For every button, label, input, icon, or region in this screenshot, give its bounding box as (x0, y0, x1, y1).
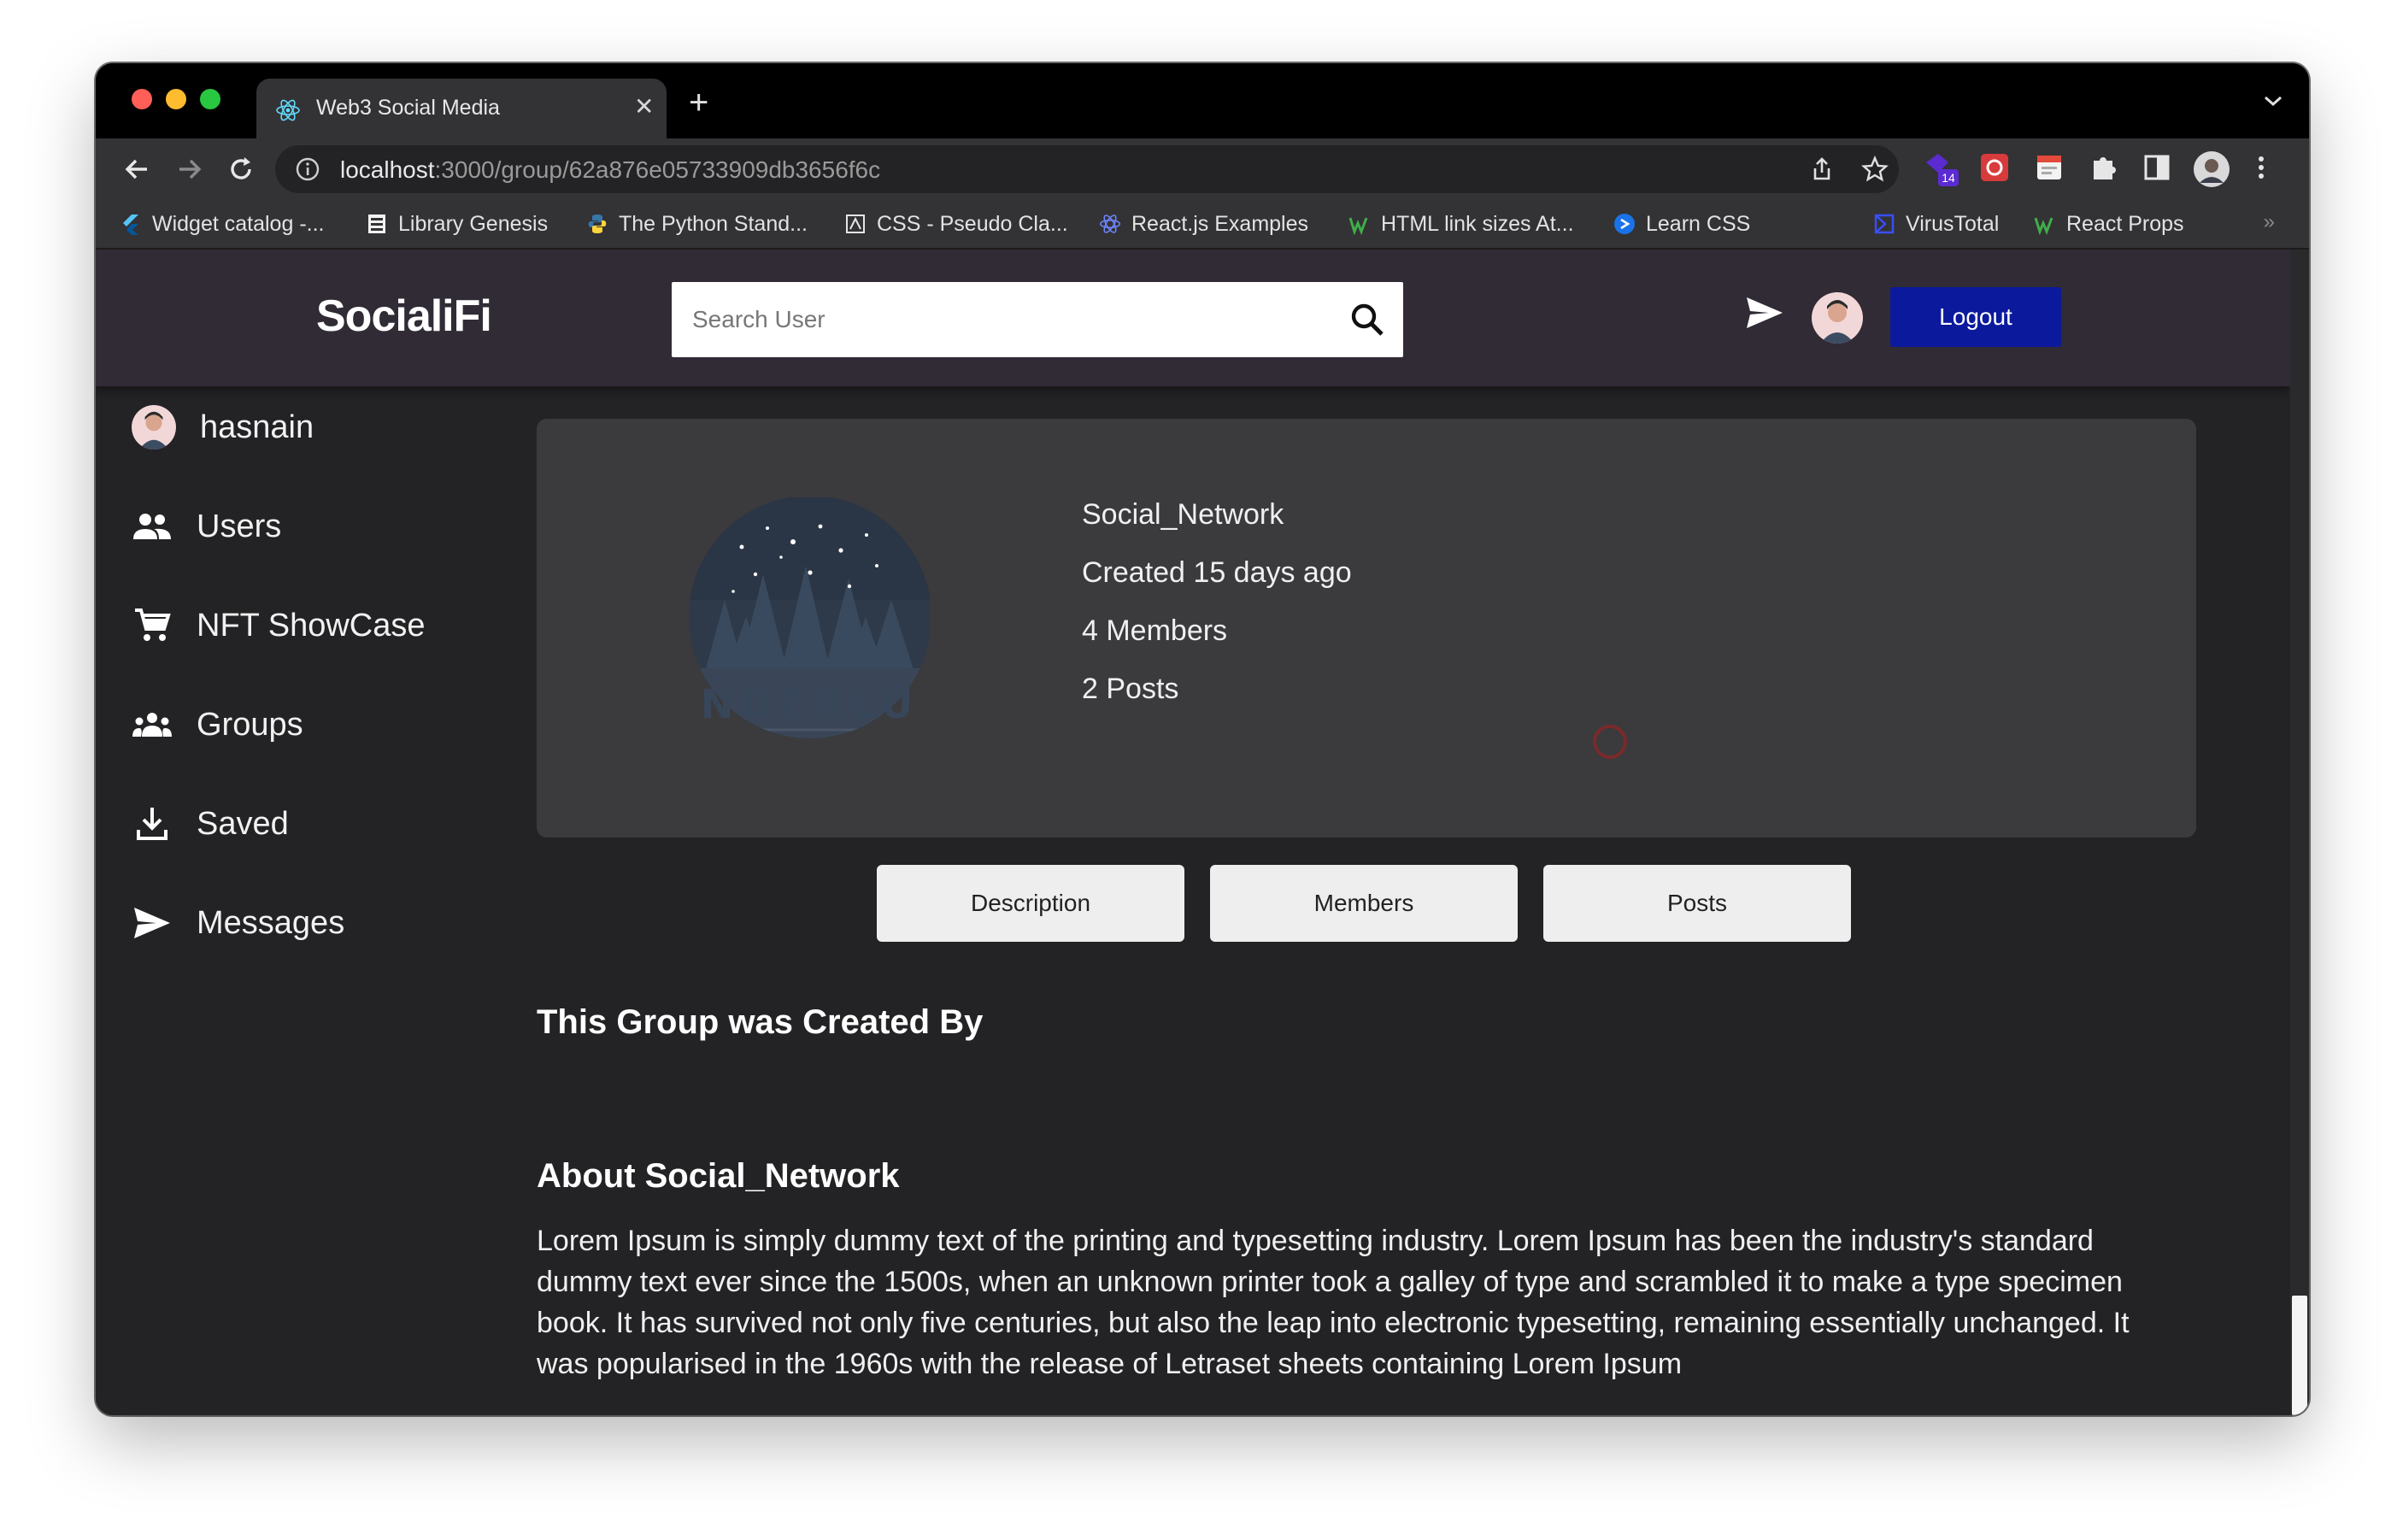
learn-css-icon (1613, 213, 1636, 235)
tab-description[interactable]: Description (877, 865, 1184, 942)
send-icon[interactable] (1745, 296, 1784, 334)
browser-window: Web3 Social Media ✕ + localhost:3000/gro… (96, 63, 2309, 1415)
bookmark-star-icon[interactable] (1861, 155, 1889, 187)
group-image: NDERLU (689, 497, 930, 738)
css-icon (844, 213, 867, 235)
sidebar-item-saved[interactable]: Saved (132, 803, 289, 844)
bookmark-html-link-sizes[interactable]: HTML link sizes At... (1348, 210, 1574, 238)
bookmarks-overflow-button[interactable]: » (2264, 210, 2275, 234)
side-panel-icon[interactable] (2140, 150, 2174, 189)
w-icon (2034, 213, 2056, 235)
sidebar-user-name: hasnain (200, 409, 314, 445)
info-icon[interactable] (294, 156, 321, 187)
sidebar: hasnain Users NFT ShowCase Groups Saved … (96, 386, 523, 1415)
maximize-window-button[interactable] (200, 89, 220, 109)
sidebar-item-label: Groups (197, 706, 303, 743)
browser-tab[interactable]: Web3 Social Media ✕ (256, 79, 667, 138)
group-posts-count: 2 Posts (1082, 673, 1179, 705)
scrollbar-thumb[interactable] (2292, 1296, 2307, 1415)
back-icon[interactable] (121, 154, 152, 189)
tab-strip: Web3 Social Media ✕ + (96, 63, 2309, 138)
svg-text:14: 14 (1942, 171, 1955, 185)
download-icon (132, 803, 173, 844)
app-header: SocialiFi Logout (96, 250, 2290, 386)
loading-spinner-icon (1593, 725, 1627, 759)
extension-badge-icon[interactable]: 14 (1923, 150, 1962, 194)
sidebar-item-groups[interactable]: Groups (132, 704, 303, 745)
group-members-count: 4 Members (1082, 614, 1228, 647)
avatar (132, 405, 176, 450)
minimize-window-button[interactable] (166, 89, 186, 109)
bookmark-css-pseudo[interactable]: CSS - Pseudo Cla... (844, 210, 1068, 238)
tab-members[interactable]: Members (1210, 865, 1518, 942)
group-name: Social_Network (1082, 498, 1284, 531)
search-icon[interactable] (1348, 301, 1386, 343)
browser-toolbar: localhost:3000/group/62a876e05733909db36… (96, 138, 2309, 200)
flutter-icon (120, 213, 142, 235)
sidebar-item-users[interactable]: Users (132, 506, 281, 547)
group-created: Created 15 days ago (1082, 556, 1352, 589)
extension-red-icon[interactable] (1977, 150, 2012, 189)
share-icon[interactable] (1808, 156, 1836, 187)
bookmark-virustotal[interactable]: VirusTotal (1873, 210, 1999, 238)
library-icon (366, 213, 388, 235)
sidebar-item-profile[interactable]: hasnain (132, 405, 314, 450)
tab-posts[interactable]: Posts (1543, 865, 1851, 942)
forward-icon[interactable] (174, 154, 205, 189)
svg-text:NDERLU: NDERLU (701, 681, 920, 727)
sidebar-item-label: Users (197, 508, 282, 544)
chevron-down-icon[interactable] (2263, 94, 2283, 112)
sidebar-item-label: Messages (197, 904, 345, 941)
send-icon (132, 902, 173, 943)
python-icon (586, 213, 608, 235)
created-by-heading: This Group was Created By (537, 1003, 984, 1041)
bookmark-reactjs-examples[interactable]: React.js Examples (1099, 210, 1308, 238)
bookmarks-bar: Widget catalog -... Library Genesis The … (96, 200, 2309, 250)
cart-icon (132, 605, 173, 646)
logout-button[interactable]: Logout (1890, 287, 2061, 347)
sidebar-item-label: NFT ShowCase (197, 607, 426, 644)
web-page: SocialiFi Logout hasnain (96, 250, 2290, 1415)
groups-icon (132, 704, 173, 745)
reload-icon[interactable] (226, 154, 256, 189)
group-info-card: NDERLU Social_Network Created 15 days ag… (537, 419, 2196, 838)
url-text: localhost:3000/group/62a876e05733909db36… (340, 156, 881, 183)
react-icon (1099, 213, 1121, 235)
virustotal-icon (1873, 213, 1895, 235)
people-icon (132, 506, 173, 547)
extensions-puzzle-icon[interactable] (2087, 150, 2121, 189)
bookmark-python-standard[interactable]: The Python Stand... (586, 210, 808, 238)
extension-note-icon[interactable] (2032, 150, 2066, 189)
about-heading: About Social_Network (537, 1157, 900, 1195)
browser-menu-icon[interactable] (2253, 150, 2270, 189)
w-icon (1348, 213, 1371, 235)
close-tab-icon[interactable]: ✕ (634, 94, 654, 120)
bookmark-widget-catalog[interactable]: Widget catalog -... (120, 210, 324, 238)
profile-avatar-icon[interactable] (2193, 150, 2230, 192)
search-box (672, 282, 1403, 357)
bookmark-react-props[interactable]: React Props (2034, 210, 2184, 238)
sidebar-item-label: Saved (197, 805, 289, 842)
close-window-button[interactable] (132, 89, 152, 109)
group-details: Social_Network Created 15 days ago 4 Mem… (1082, 485, 1352, 718)
bookmark-learn-css[interactable]: Learn CSS (1613, 210, 1750, 238)
group-description: Lorem Ipsum is simply dummy text of the … (537, 1225, 2130, 1380)
search-input[interactable] (672, 282, 1342, 357)
bookmark-library-genesis[interactable]: Library Genesis (366, 210, 548, 238)
avatar[interactable] (1812, 292, 1863, 344)
address-bar[interactable]: localhost:3000/group/62a876e05733909db36… (275, 145, 1899, 193)
tab-title: Web3 Social Media (316, 96, 500, 120)
brand-logo[interactable]: SocialiFi (316, 291, 492, 342)
sidebar-item-nft-showcase[interactable]: NFT ShowCase (132, 605, 426, 646)
page-scrollbar[interactable] (2290, 250, 2309, 1415)
new-tab-button[interactable]: + (689, 85, 708, 120)
react-icon (275, 97, 301, 127)
sidebar-item-messages[interactable]: Messages (132, 902, 344, 943)
